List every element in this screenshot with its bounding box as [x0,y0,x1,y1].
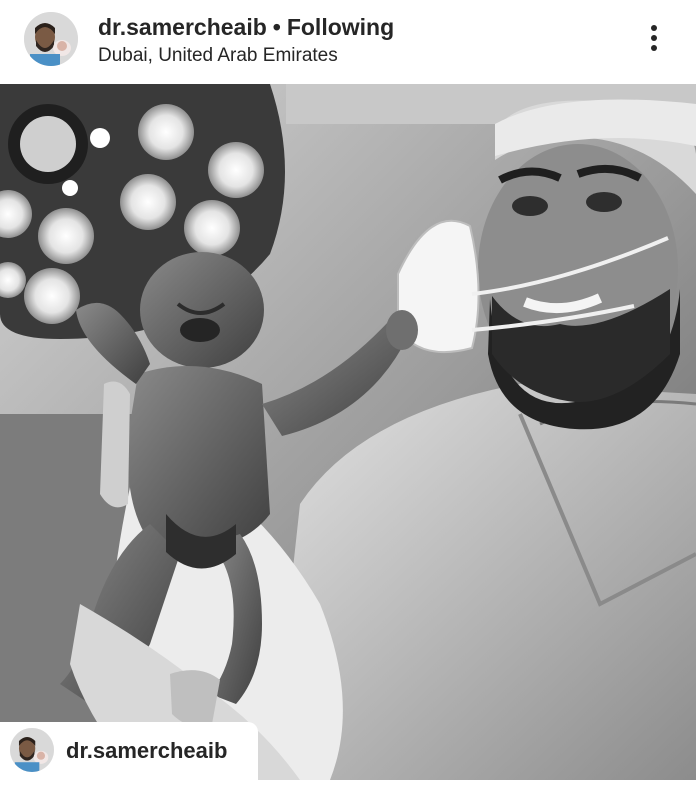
more-options-button[interactable] [640,18,668,58]
post-photo[interactable] [0,84,696,780]
tagged-username[interactable]: dr.samercheaib [66,738,227,764]
username-link[interactable]: dr.samercheaib [98,13,267,41]
post-header: dr.samercheaib • Following Dubai, United… [0,0,696,82]
avatar-image [10,728,54,772]
avatar-image [24,12,78,66]
newborn-surgeon-photo [0,84,696,780]
location-link[interactable]: Dubai, United Arab Emirates [98,44,394,68]
separator-dot: • [272,14,281,40]
tagged-user-chip[interactable]: dr.samercheaib [0,722,258,780]
profile-avatar[interactable] [24,12,78,66]
post-header-text: dr.samercheaib • Following Dubai, United… [98,13,394,68]
following-status[interactable]: Following [287,13,394,41]
post-header-title: dr.samercheaib • Following [98,13,394,41]
tagged-user-avatar [10,728,54,772]
more-vertical-icon [651,25,657,51]
